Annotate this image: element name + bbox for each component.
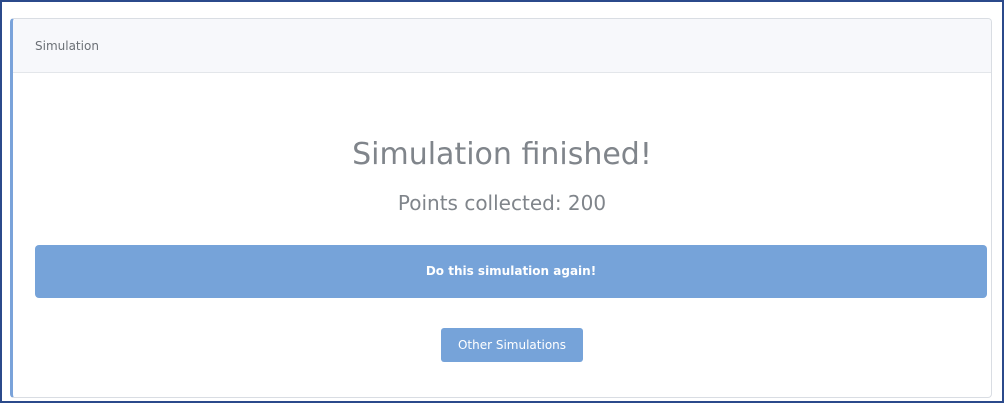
points-collected: Points collected: 200 — [397, 191, 607, 215]
result-title: Simulation finished! — [352, 137, 652, 172]
card-header-title: Simulation — [35, 39, 99, 53]
do-simulation-again-button[interactable]: Do this simulation again! — [35, 245, 987, 298]
other-simulations-button[interactable]: Other Simulations — [441, 328, 583, 362]
window-frame: Simulation Simulation finished! Points c… — [0, 0, 1004, 403]
card-header: Simulation — [13, 19, 991, 73]
simulation-card: Simulation Simulation finished! Points c… — [10, 18, 992, 398]
